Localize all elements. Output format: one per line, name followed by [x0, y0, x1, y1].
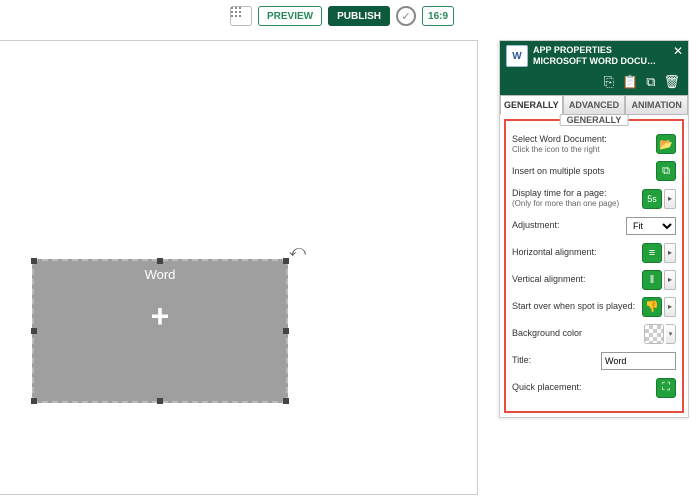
open-file-button[interactable]: 📂 [656, 134, 676, 154]
paste-icon[interactable]: 📋 [622, 74, 638, 90]
bg-color-dropdown[interactable]: ▾ [666, 324, 676, 344]
publish-button[interactable]: PUBLISH [328, 6, 390, 26]
select-doc-sub: Click the icon to the right [512, 145, 656, 155]
valign-more[interactable]: ▸ [664, 270, 676, 290]
adjustment-label: Adjustment: [512, 220, 626, 231]
panel-close-button[interactable]: ✕ [673, 44, 683, 58]
resize-handle-se[interactable] [283, 398, 289, 404]
spot-add-icon[interactable]: + [34, 300, 286, 332]
display-time-more[interactable]: ▸ [664, 189, 676, 209]
rotate-handle[interactable]: ⤺ [289, 243, 306, 261]
adjustment-select[interactable]: Fit [626, 217, 676, 235]
tab-animation[interactable]: ANIMATION [625, 95, 688, 115]
canvas-area[interactable]: Word + ⤺ [0, 40, 478, 495]
quick-label: Quick placement: [512, 382, 656, 393]
resize-handle-ne[interactable] [283, 258, 289, 264]
panel-body: GENERALLY Select Word Document: Click th… [504, 119, 684, 413]
panel-title-2: MICROSOFT WORD DOCU… [533, 56, 656, 67]
bg-color-button[interactable] [644, 324, 664, 344]
display-time-sub: (Only for more than one page) [512, 199, 642, 209]
grid-toggle-button[interactable] [230, 6, 252, 26]
title-input[interactable] [601, 352, 676, 370]
valign-label: Vertical alignment: [512, 274, 642, 285]
tab-advanced[interactable]: ADVANCED [563, 95, 626, 115]
resize-handle-sw[interactable] [31, 398, 37, 404]
bg-label: Background color [512, 328, 644, 339]
duplicate-icon[interactable]: ⧉ [646, 74, 655, 90]
quick-placement-button[interactable]: ⛶ [656, 378, 676, 398]
start-over-button[interactable]: 👎 [642, 297, 662, 317]
approve-button[interactable]: ✓ [396, 6, 416, 26]
panel-tabs: GENERALLY ADVANCED ANIMATION [500, 95, 688, 115]
multi-spots-button[interactable]: ⧉ [656, 161, 676, 181]
display-time-button[interactable]: 5s [642, 189, 662, 209]
selected-spot[interactable]: Word + ⤺ [32, 259, 288, 403]
display-time-label: Display time for a page: [512, 188, 642, 199]
panel-title-1: APP PROPERTIES [533, 45, 656, 56]
top-toolbar: PREVIEW PUBLISH ✓ 16:9 [0, 0, 697, 32]
word-app-icon: W [506, 45, 528, 67]
halign-more[interactable]: ▸ [664, 243, 676, 263]
tab-generally[interactable]: GENERALLY [500, 95, 563, 115]
multi-label: Insert on multiple spots [512, 166, 656, 177]
aspect-ratio-button[interactable]: 16:9 [422, 6, 454, 26]
start-over-label: Start over when spot is played: [512, 301, 642, 312]
panel-action-icons: ⎘ 📋 ⧉ 🗑 [500, 71, 688, 95]
resize-handle-nw[interactable] [31, 258, 37, 264]
section-title: GENERALLY [560, 114, 629, 126]
halign-label: Horizontal alignment: [512, 247, 642, 258]
panel-header: W APP PROPERTIES MICROSOFT WORD DOCU… ✕ [500, 41, 688, 71]
resize-handle-w[interactable] [31, 328, 37, 334]
preview-button[interactable]: PREVIEW [258, 6, 322, 26]
title-label: Title: [512, 355, 601, 366]
resize-handle-e[interactable] [283, 328, 289, 334]
select-doc-label: Select Word Document: [512, 134, 656, 145]
copy-icon[interactable]: ⎘ [604, 74, 614, 90]
start-over-more[interactable]: ▸ [664, 297, 676, 317]
delete-icon[interactable]: 🗑 [663, 74, 680, 90]
properties-panel: W APP PROPERTIES MICROSOFT WORD DOCU… ✕ … [499, 40, 689, 418]
spot-label: Word [34, 267, 286, 282]
halign-button[interactable]: ≡ [642, 243, 662, 263]
resize-handle-s[interactable] [157, 398, 163, 404]
resize-handle-n[interactable] [157, 258, 163, 264]
valign-button[interactable]: ‖ [642, 270, 662, 290]
